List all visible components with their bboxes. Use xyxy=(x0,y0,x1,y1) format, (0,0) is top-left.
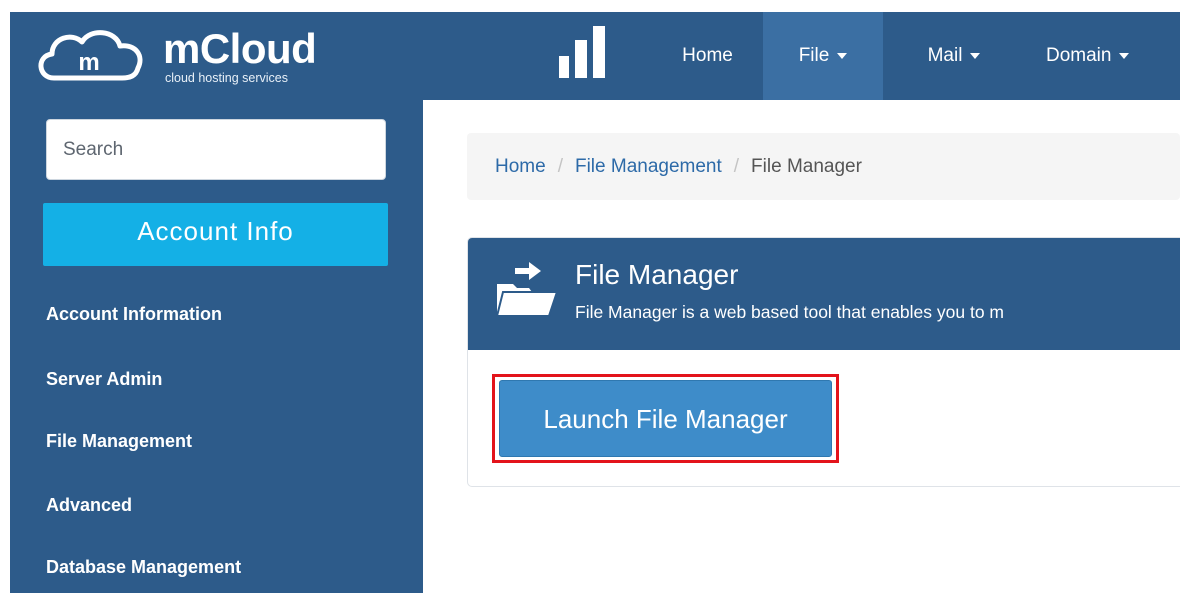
nav-mail-label: Mail xyxy=(927,45,963,66)
caret-down-icon xyxy=(1119,52,1130,59)
cloud-logo-icon: m xyxy=(38,30,143,81)
brand-subtitle: cloud hosting services xyxy=(165,71,288,85)
sidebar-item-file-management[interactable]: File Management xyxy=(46,431,192,452)
sidebar-item-advanced[interactable]: Advanced xyxy=(46,495,132,516)
nav-home[interactable]: Home xyxy=(655,12,760,100)
search-input[interactable] xyxy=(46,119,386,180)
caret-down-icon xyxy=(837,52,848,59)
brand-title: mCloud xyxy=(163,25,317,72)
breadcrumb: Home / File Management / File Manager xyxy=(467,133,1180,200)
nav-domain-label: Domain xyxy=(1046,45,1112,66)
breadcrumb-home[interactable]: Home xyxy=(495,156,546,177)
caret-down-icon xyxy=(970,52,981,59)
launch-button-highlight: Launch File Manager xyxy=(492,374,839,463)
folder-open-icon xyxy=(495,262,559,317)
nav-home-label: Home xyxy=(682,45,733,66)
panel-description: File Manager is a web based tool that en… xyxy=(575,302,1004,322)
sidebar-item-database-management[interactable]: Database Management xyxy=(46,557,241,578)
breadcrumb-separator: / xyxy=(733,156,740,177)
launch-file-manager-button[interactable]: Launch File Manager xyxy=(499,380,832,457)
nav-file-label: File xyxy=(798,45,830,66)
breadcrumb-current: File Manager xyxy=(751,156,862,177)
bar-chart-icon[interactable] xyxy=(557,26,613,78)
panel-title: File Manager xyxy=(575,259,739,290)
account-info-button[interactable]: Account Info xyxy=(43,203,388,266)
nav-mail-dropdown[interactable]: Mail xyxy=(900,12,1008,100)
top-navbar: m mCloud cloud hosting services Home Fil… xyxy=(10,12,1180,100)
brand-logo[interactable]: m mCloud cloud hosting services xyxy=(32,26,352,88)
breadcrumb-file-management[interactable]: File Management xyxy=(575,156,722,177)
logo-letter: m xyxy=(78,49,99,76)
sidebar: Account Info Account Information Server … xyxy=(10,100,423,593)
sidebar-item-account-information[interactable]: Account Information xyxy=(46,304,222,325)
panel-header: File Manager File Manager is a web based… xyxy=(468,238,1180,350)
nav-domain-dropdown[interactable]: Domain xyxy=(1028,12,1180,100)
sidebar-item-server-admin[interactable]: Server Admin xyxy=(46,369,162,390)
breadcrumb-separator: / xyxy=(557,156,563,177)
nav-file-dropdown[interactable]: File xyxy=(763,12,883,100)
